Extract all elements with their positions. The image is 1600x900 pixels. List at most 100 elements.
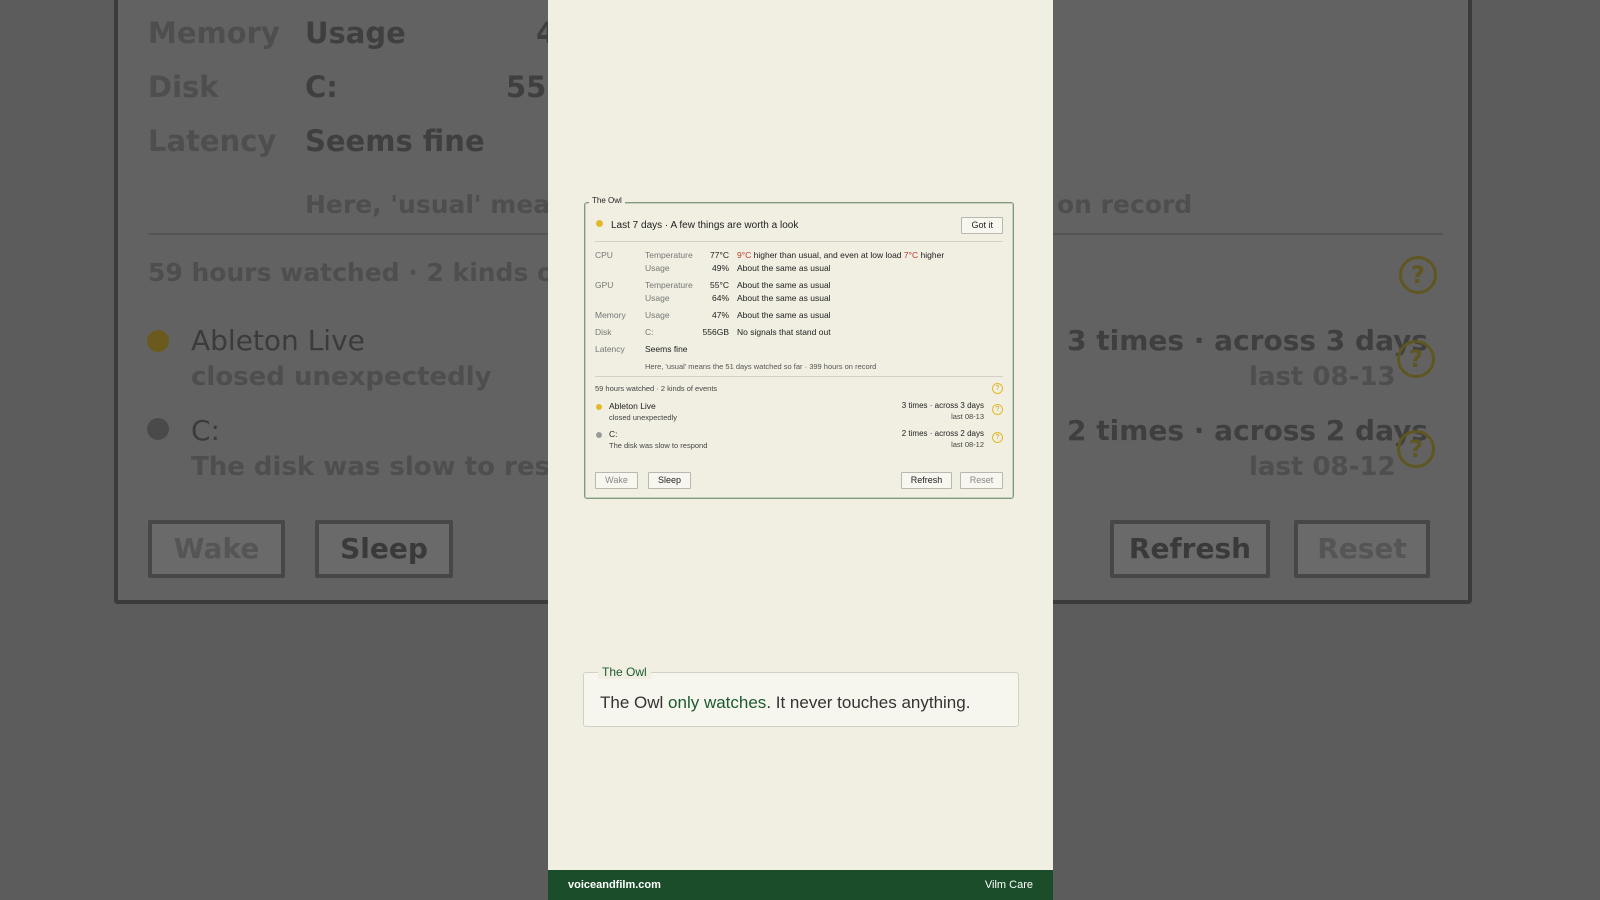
caption-post: . It never touches anything. [766,693,971,712]
metric-field: Temperature [645,279,693,290]
event-count: 3 times · across 3 days [901,401,984,410]
bg-wake-button: Wake [148,520,285,578]
metric-description: About the same as usual [737,279,831,290]
metric-row-disk: Disk C: 556GB No signals that stand out [595,325,1003,338]
video-frame: The Owl Last 7 days · A few things are w… [548,0,1053,900]
metric-group: GPU [595,279,614,290]
bg-help-icon: ? [1399,256,1437,294]
note-divider [595,376,1003,377]
bg-memory-label: Memory [148,16,280,50]
event-status-dot-icon [596,432,602,438]
event-last: last 08-12 [951,440,984,449]
footer-site: voiceandfilm.com [568,879,661,891]
event-title: Ableton Live [609,401,656,411]
bg-event-dot-yellow [147,330,169,352]
caption-text: The Owl only watches. It never touches a… [600,693,970,713]
got-it-button[interactable]: Got it [961,216,1003,234]
bg-event-2-subtitle: The disk was slow to respon [191,452,605,482]
event-last: last 08-13 [951,412,984,421]
event-info: Ableton Live closed unexpectedly [609,401,902,425]
metric-description: No signals that stand out [737,326,831,337]
event-subtitle: The disk was slow to respond [609,441,708,450]
metric-value: 77°C [710,249,729,260]
metric-value: 55°C [710,279,729,290]
metric-field: Usage [645,262,670,273]
bg-divider [148,233,548,235]
owl-header-text: Last 7 days · A few things are worth a l… [611,219,799,231]
event-count: 2 times · across 2 days [901,429,984,438]
usual-note: Here, 'usual' means the 51 days watched … [645,362,877,371]
event-item: C: The disk was slow to respond 2 times … [595,429,1003,453]
caption-title: The Owl [598,665,651,679]
metric-value: 64% [711,292,729,303]
bg-summary: 59 hours watched · 2 kinds of ev [148,258,608,287]
sleep-button[interactable]: Sleep [648,472,691,489]
metric-row-gpu-temp: GPU Temperature 55°C About the same as u… [595,278,1003,291]
metric-description: About the same as usual [737,262,831,273]
bg-disk-field: C: [305,70,338,104]
metric-field: Temperature [645,249,693,260]
bg-event-dot-gray [147,418,169,440]
metric-row-gpu-usage: Usage 64% About the same as usual [595,291,1003,304]
bg-latency-value: Seems fine [305,124,485,158]
event-item: Ableton Live closed unexpectedly 3 times… [595,401,1003,425]
metric-group: CPU [595,249,613,260]
metric-value: 556GB [702,326,729,337]
metric-description: 9°C higher than usual, and even at low l… [737,250,1003,260]
metric-field: Seems fine [645,343,688,354]
bg-event-1-count: 3 times · across 3 days [1067,324,1429,357]
bg-reset-button: Reset [1294,520,1430,578]
delta-text: higher than usual, and even at low load [751,249,904,260]
bg-divider-right [1053,233,1443,235]
bg-event-2-count: 2 times · across 2 days [1067,414,1429,447]
bg-sleep-button: Sleep [315,520,453,578]
metric-description: About the same as usual [737,309,831,320]
bg-memory-field: Usage [305,16,406,50]
bg-event-1-last: last 08-13 [1249,362,1396,392]
metric-row-cpu-usage: Usage 49% About the same as usual [595,261,1003,274]
bg-event-2-last: last 08-12 [1249,452,1396,482]
metric-value: 47% [711,309,729,320]
metric-group: Latency [595,343,625,354]
metric-row-memory: Memory Usage 47% About the same as usual [595,308,1003,321]
caption-box: The Owl The Owl only watches. It never t… [583,665,1019,727]
metric-group: Memory [595,309,626,320]
help-icon[interactable]: ? [992,404,1003,415]
refresh-button[interactable]: Refresh [901,472,952,489]
metric-field: C: [645,326,654,337]
event-info: C: The disk was slow to respond [609,429,902,453]
action-bar: Wake Sleep Refresh Reset [595,472,1003,489]
metric-value: 49% [711,262,729,273]
delta-value: 7°C [903,249,919,260]
event-stats: 2 times · across 2 days last 08-12 [902,429,984,453]
metric-row-cpu-temp: CPU Temperature 77°C 9°C higher than usu… [595,248,1003,261]
metric-field: Usage [645,292,670,303]
reset-button[interactable]: Reset [960,472,1003,489]
metrics-table: CPU Temperature 77°C 9°C higher than usu… [595,248,1003,373]
bg-note: Here, 'usual' means [305,190,583,219]
event-status-dot-icon [596,404,602,410]
wake-button[interactable]: Wake [595,472,638,489]
delta-text: higher [918,249,945,260]
bg-disk-label: Disk [148,70,219,104]
events-summary: 59 hours watched · 2 kinds of events [595,383,718,393]
footer-bar: voiceandfilm.com Vilm Care [548,870,1053,900]
events-summary-row: 59 hours watched · 2 kinds of events ? [595,381,1003,395]
bg-refresh-button: Refresh [1110,520,1270,578]
owl-window-body: Last 7 days · A few things are worth a l… [585,203,1013,498]
bg-note-tail: on record [1057,190,1193,219]
metric-field: Usage [645,309,670,320]
owl-window: The Owl Last 7 days · A few things are w… [584,196,1014,499]
bg-event-1-title: Ableton Live [191,324,365,357]
metric-description: About the same as usual [737,292,831,303]
help-icon[interactable]: ? [992,432,1003,443]
bg-event-2-help-icon: ? [1397,430,1435,468]
bg-event-2-title: C: [191,414,220,447]
caption-pre: The Owl [600,693,669,712]
help-icon[interactable]: ? [992,382,1003,394]
bg-latency-label: Latency [148,124,277,158]
owl-header: Last 7 days · A few things are worth a l… [595,213,1003,237]
bg-event-1-help-icon: ? [1397,340,1435,378]
metric-group: Disk [595,326,612,337]
bg-event-1-subtitle: closed unexpectedly [191,362,492,392]
